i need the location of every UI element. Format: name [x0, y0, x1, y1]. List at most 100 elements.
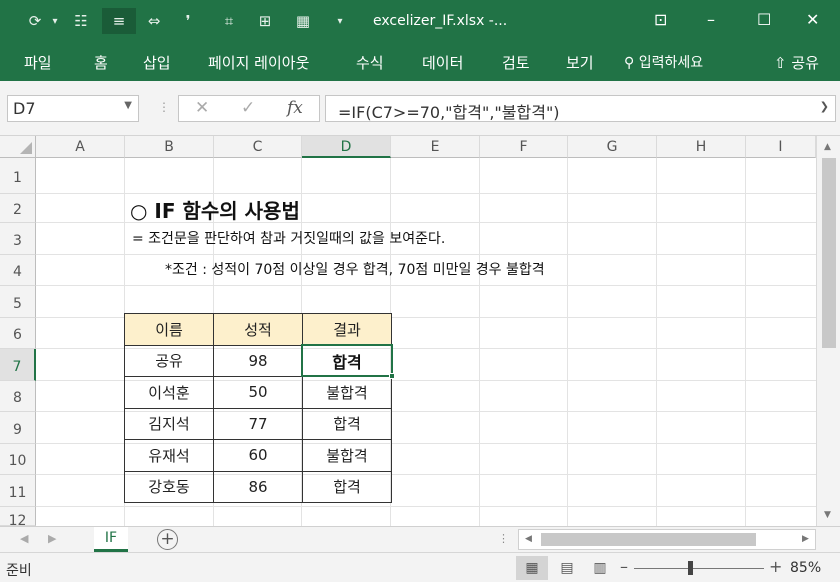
cell-score[interactable]: 60: [213, 439, 303, 472]
horizontal-scrollbar[interactable]: ◀ ▶: [518, 529, 816, 550]
column-header-e[interactable]: E: [391, 136, 480, 158]
vertical-scrollbar[interactable]: ▲ ▼: [816, 136, 840, 526]
expand-formula-icon[interactable]: ❯: [820, 100, 829, 113]
cell-name[interactable]: 공유: [124, 344, 214, 377]
document-title: excelizer_IF.xlsx -...: [373, 13, 508, 29]
row-header-4[interactable]: 4: [0, 255, 36, 286]
tab-file[interactable]: 파일: [24, 52, 52, 73]
add-sheet-icon[interactable]: +: [157, 529, 178, 550]
zoom-out-icon[interactable]: –: [620, 557, 628, 576]
row-header-8[interactable]: 8: [0, 381, 36, 412]
cell-result[interactable]: 불합격: [302, 439, 392, 472]
row-header-5[interactable]: 5: [0, 286, 36, 318]
header-name[interactable]: 이름: [124, 313, 214, 346]
cell-score[interactable]: 86: [213, 470, 303, 503]
drag-handle-icon[interactable]: ⋮: [158, 100, 170, 114]
share-button[interactable]: ⇧ 공유: [774, 52, 819, 73]
tell-me-search[interactable]: ⚲ 입력하세요: [624, 52, 703, 72]
row-header-6[interactable]: 6: [0, 318, 36, 349]
vertical-scroll-thumb[interactable]: [822, 158, 836, 348]
row-header-12[interactable]: 12: [0, 507, 36, 526]
zoom-slider-thumb[interactable]: [688, 561, 693, 575]
tab-split-icon[interactable]: ⋮: [498, 532, 509, 545]
cell-score[interactable]: 50: [213, 376, 303, 409]
minimize-button[interactable]: –: [707, 10, 715, 29]
comma-icon[interactable]: ❜: [176, 8, 200, 34]
horizontal-scroll-thumb[interactable]: [541, 533, 756, 546]
insert-function-icon[interactable]: fx: [287, 98, 303, 118]
qat-dropdown-icon[interactable]: ▾: [48, 8, 62, 34]
row-header-7[interactable]: 7: [0, 349, 36, 381]
formula-input[interactable]: =IF(C7>=70,"합격","불합격") ❯: [325, 95, 836, 122]
cell-name[interactable]: 유재석: [124, 439, 214, 472]
row-header-10[interactable]: 10: [0, 444, 36, 475]
align-icon[interactable]: ≡: [102, 8, 136, 34]
cell-score[interactable]: 98: [213, 344, 303, 377]
table-header-row: 이름 성적 결과: [124, 313, 392, 346]
tab-review[interactable]: 검토: [502, 52, 530, 73]
fill-handle[interactable]: [389, 373, 395, 379]
wrap-icon[interactable]: ⇔: [140, 8, 168, 34]
zoom-slider[interactable]: [634, 568, 764, 569]
freeze-icon[interactable]: ☷: [68, 8, 94, 34]
scroll-left-icon[interactable]: ◀: [525, 534, 532, 544]
maximize-button[interactable]: ☐: [757, 10, 771, 29]
column-header-b[interactable]: B: [125, 136, 214, 158]
autosave-icon[interactable]: ⟳: [24, 8, 46, 34]
page-break-view-icon[interactable]: ▥: [584, 556, 616, 580]
column-header-i[interactable]: I: [746, 136, 816, 158]
cell-name[interactable]: 김지석: [124, 407, 214, 440]
tab-home[interactable]: 홈: [94, 52, 108, 73]
cell-name[interactable]: 이석훈: [124, 376, 214, 409]
column-header-d[interactable]: D: [302, 136, 391, 158]
cancel-icon[interactable]: ✕: [195, 98, 209, 118]
tab-insert[interactable]: 삽입: [143, 52, 171, 73]
prev-sheet-icon[interactable]: ◀: [20, 532, 28, 545]
close-button[interactable]: ✕: [806, 10, 819, 29]
ribbon-display-icon[interactable]: ⊡: [654, 10, 667, 29]
select-icon[interactable]: ⊞: [252, 8, 278, 34]
sheet-heading: ○ IF 함수의 사용법: [130, 199, 300, 223]
gridline-horizontal: [36, 254, 816, 255]
cell-name[interactable]: 강호동: [124, 470, 214, 503]
column-header-h[interactable]: H: [657, 136, 746, 158]
gridline-vertical: [567, 158, 568, 526]
row-header-1[interactable]: 1: [0, 158, 36, 194]
borders-icon[interactable]: ▦: [290, 8, 316, 34]
tab-data[interactable]: 데이터: [422, 52, 463, 73]
row-header-2[interactable]: 2: [0, 194, 36, 223]
tab-view[interactable]: 보기: [566, 52, 594, 73]
tab-formulas[interactable]: 수식: [356, 52, 384, 73]
tab-page-layout[interactable]: 페이지 레이아웃: [208, 52, 309, 73]
next-sheet-icon[interactable]: ▶: [48, 532, 56, 545]
cell-result[interactable]: 합격: [302, 470, 392, 503]
customize-qat-icon[interactable]: ▾: [333, 8, 347, 34]
header-result[interactable]: 결과: [302, 313, 392, 346]
page-layout-view-icon[interactable]: ▤: [551, 556, 583, 580]
chevron-down-icon[interactable]: ▼: [124, 100, 132, 111]
sheet-tab-if[interactable]: IF: [94, 527, 128, 552]
column-header-c[interactable]: C: [214, 136, 302, 158]
zoom-in-icon[interactable]: +: [769, 557, 782, 576]
scroll-right-icon[interactable]: ▶: [802, 534, 809, 544]
column-header-f[interactable]: F: [480, 136, 568, 158]
row-header-9[interactable]: 9: [0, 412, 36, 444]
select-all-button[interactable]: [0, 136, 36, 158]
cell-result[interactable]: 불합격: [302, 376, 392, 409]
active-cell-selection[interactable]: [301, 344, 395, 379]
row-header-11[interactable]: 11: [0, 475, 36, 507]
column-header-a[interactable]: A: [36, 136, 125, 158]
header-score[interactable]: 성적: [213, 313, 303, 346]
normal-view-icon[interactable]: ▦: [516, 556, 548, 580]
group-icon[interactable]: ⌗: [216, 8, 242, 34]
name-box[interactable]: D7 ▼: [7, 95, 139, 122]
zoom-level[interactable]: 85%: [790, 560, 821, 576]
enter-icon[interactable]: ✓: [241, 98, 255, 118]
row-header-3[interactable]: 3: [0, 223, 36, 255]
scroll-down-icon[interactable]: ▼: [824, 510, 831, 520]
column-header-g[interactable]: G: [568, 136, 657, 158]
cell-result[interactable]: 합격: [302, 407, 392, 440]
scroll-up-icon[interactable]: ▲: [824, 142, 831, 152]
cell-score[interactable]: 77: [213, 407, 303, 440]
sheet-tabs-bar: ◀ ▶ IF + ⋮ ◀ ▶: [0, 526, 840, 552]
